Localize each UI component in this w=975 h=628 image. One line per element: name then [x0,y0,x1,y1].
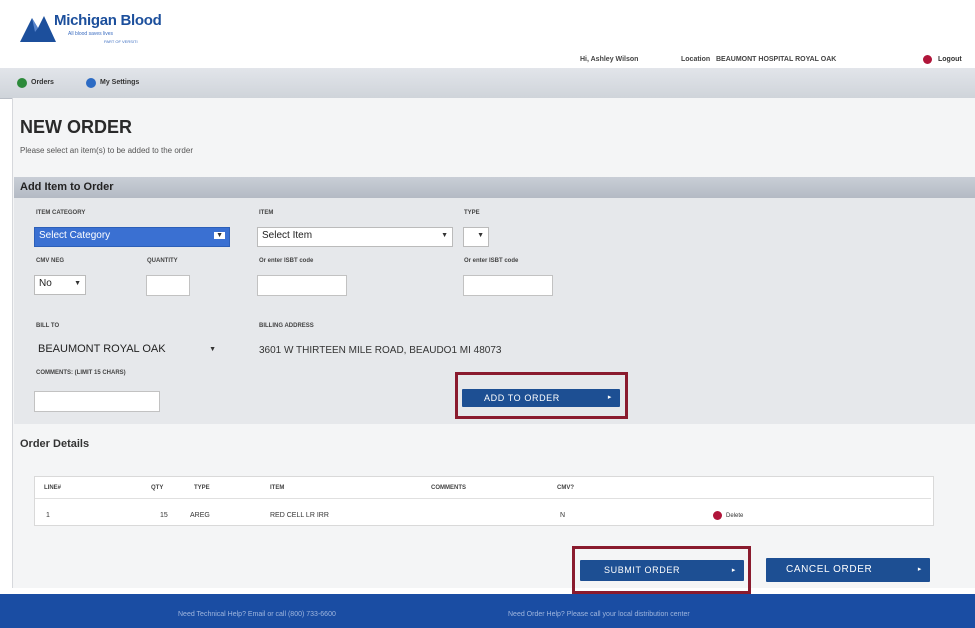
chevron-down-icon: ▼ [441,232,448,239]
quantity-input[interactable] [146,275,190,296]
add-item-section-header [14,177,975,198]
order-details-title: Order Details [20,438,90,450]
chevron-down-icon: ▼ [477,232,484,239]
isbt-code-input-2[interactable] [463,275,553,296]
col-header-qty: QTY [151,485,164,491]
add-to-order-label: ADD TO ORDER [484,393,560,403]
col-header-comments: COMMENTS [431,485,466,491]
type-select[interactable]: ▼ [463,227,489,247]
row-item: RED CELL LR IRR [270,512,329,519]
billing-address-label: BILLING ADDRESS [259,323,314,329]
orders-icon[interactable] [17,78,27,88]
page-subtitle: Please select an item(s) to be added to … [20,146,193,155]
cmv-neg-select[interactable]: No ▼ [34,275,86,295]
nav-orders[interactable]: Orders [31,79,54,86]
arrow-right-icon: ▸ [731,567,736,574]
table-divider [35,498,931,499]
col-header-type: TYPE [194,485,210,491]
footer-bar [0,594,975,628]
col-header-line: LINE# [44,485,62,491]
brand-tagline-secondary: PART OF VERSITI [104,39,138,44]
cancel-order-button[interactable]: CANCEL ORDER ▸ [766,558,930,582]
item-category-value: Select Category [39,230,111,241]
row-line: 1 [46,512,50,519]
item-value: Select Item [262,230,313,241]
logout-icon[interactable] [923,55,932,64]
isbt-code-label-2: Or enter ISBT code [464,258,519,264]
bill-to-value: BEAUMONT ROYAL OAK [38,343,166,355]
michigan-blood-logo-icon [20,16,56,42]
billing-address-value: 3601 W THIRTEEN MILE ROAD, BEAUDO1 MI 48… [259,345,502,356]
col-header-cmv: CMV? [557,485,574,491]
brand-name: Michigan Blood [54,12,162,29]
chevron-down-icon: ▼ [74,280,81,287]
row-type: AREG [190,512,210,519]
top-nav-bar [0,68,975,99]
bill-to-select[interactable]: BEAUMONT ROYAL OAK ▼ [34,341,220,362]
settings-icon[interactable] [86,78,96,88]
nav-my-settings[interactable]: My Settings [100,79,139,86]
add-to-order-button[interactable]: ADD TO ORDER ▸ [462,389,620,407]
submit-order-button[interactable]: SUBMIT ORDER ▸ [580,560,744,581]
user-greeting: Hi, Ashley Wilson [580,56,639,63]
logout-link[interactable]: Logout [938,56,962,63]
item-category-select[interactable]: Select Category ▼ [34,227,230,247]
type-label: TYPE [464,210,480,216]
row-cmv: N [560,512,566,519]
item-select[interactable]: Select Item ▼ [257,227,453,247]
col-header-item: ITEM [270,485,285,491]
brand-tagline: All blood saves lives [68,31,114,37]
page-title: NEW ORDER [20,117,132,137]
isbt-code-input-1[interactable] [257,275,347,296]
item-category-label: ITEM CATEGORY [36,210,86,216]
quantity-label: QUANTITY [147,258,178,264]
cmv-neg-label: CMV NEG [36,258,65,264]
delete-icon[interactable] [713,511,722,520]
isbt-code-label-1: Or enter ISBT code [259,258,314,264]
submit-order-label: SUBMIT ORDER [604,565,681,575]
location-value: BEAUMONT HOSPITAL ROYAL OAK [716,56,837,63]
delete-link[interactable]: Delete [726,513,743,519]
cancel-order-label: CANCEL ORDER [786,564,873,575]
item-label: ITEM [259,210,274,216]
location-label: Location [681,56,711,63]
bill-to-label: BILL TO [36,323,60,329]
comments-input[interactable] [34,391,160,412]
order-details-table [34,476,934,526]
arrow-right-icon: ▸ [607,394,612,401]
chevron-down-icon: ▼ [209,346,216,353]
comments-label: COMMENTS: (LIMIT 15 CHARS) [36,370,126,376]
add-item-section-title: Add Item to Order [20,181,114,193]
footer-technical-help[interactable]: Need Technical Help? Email or call (800)… [178,611,336,618]
arrow-right-icon: ▸ [917,566,922,573]
chevron-down-icon: ▼ [214,232,225,239]
footer-order-help[interactable]: Need Order Help? Please call your local … [508,611,690,618]
row-qty: 15 [160,512,168,519]
cmv-neg-value: No [39,278,52,289]
